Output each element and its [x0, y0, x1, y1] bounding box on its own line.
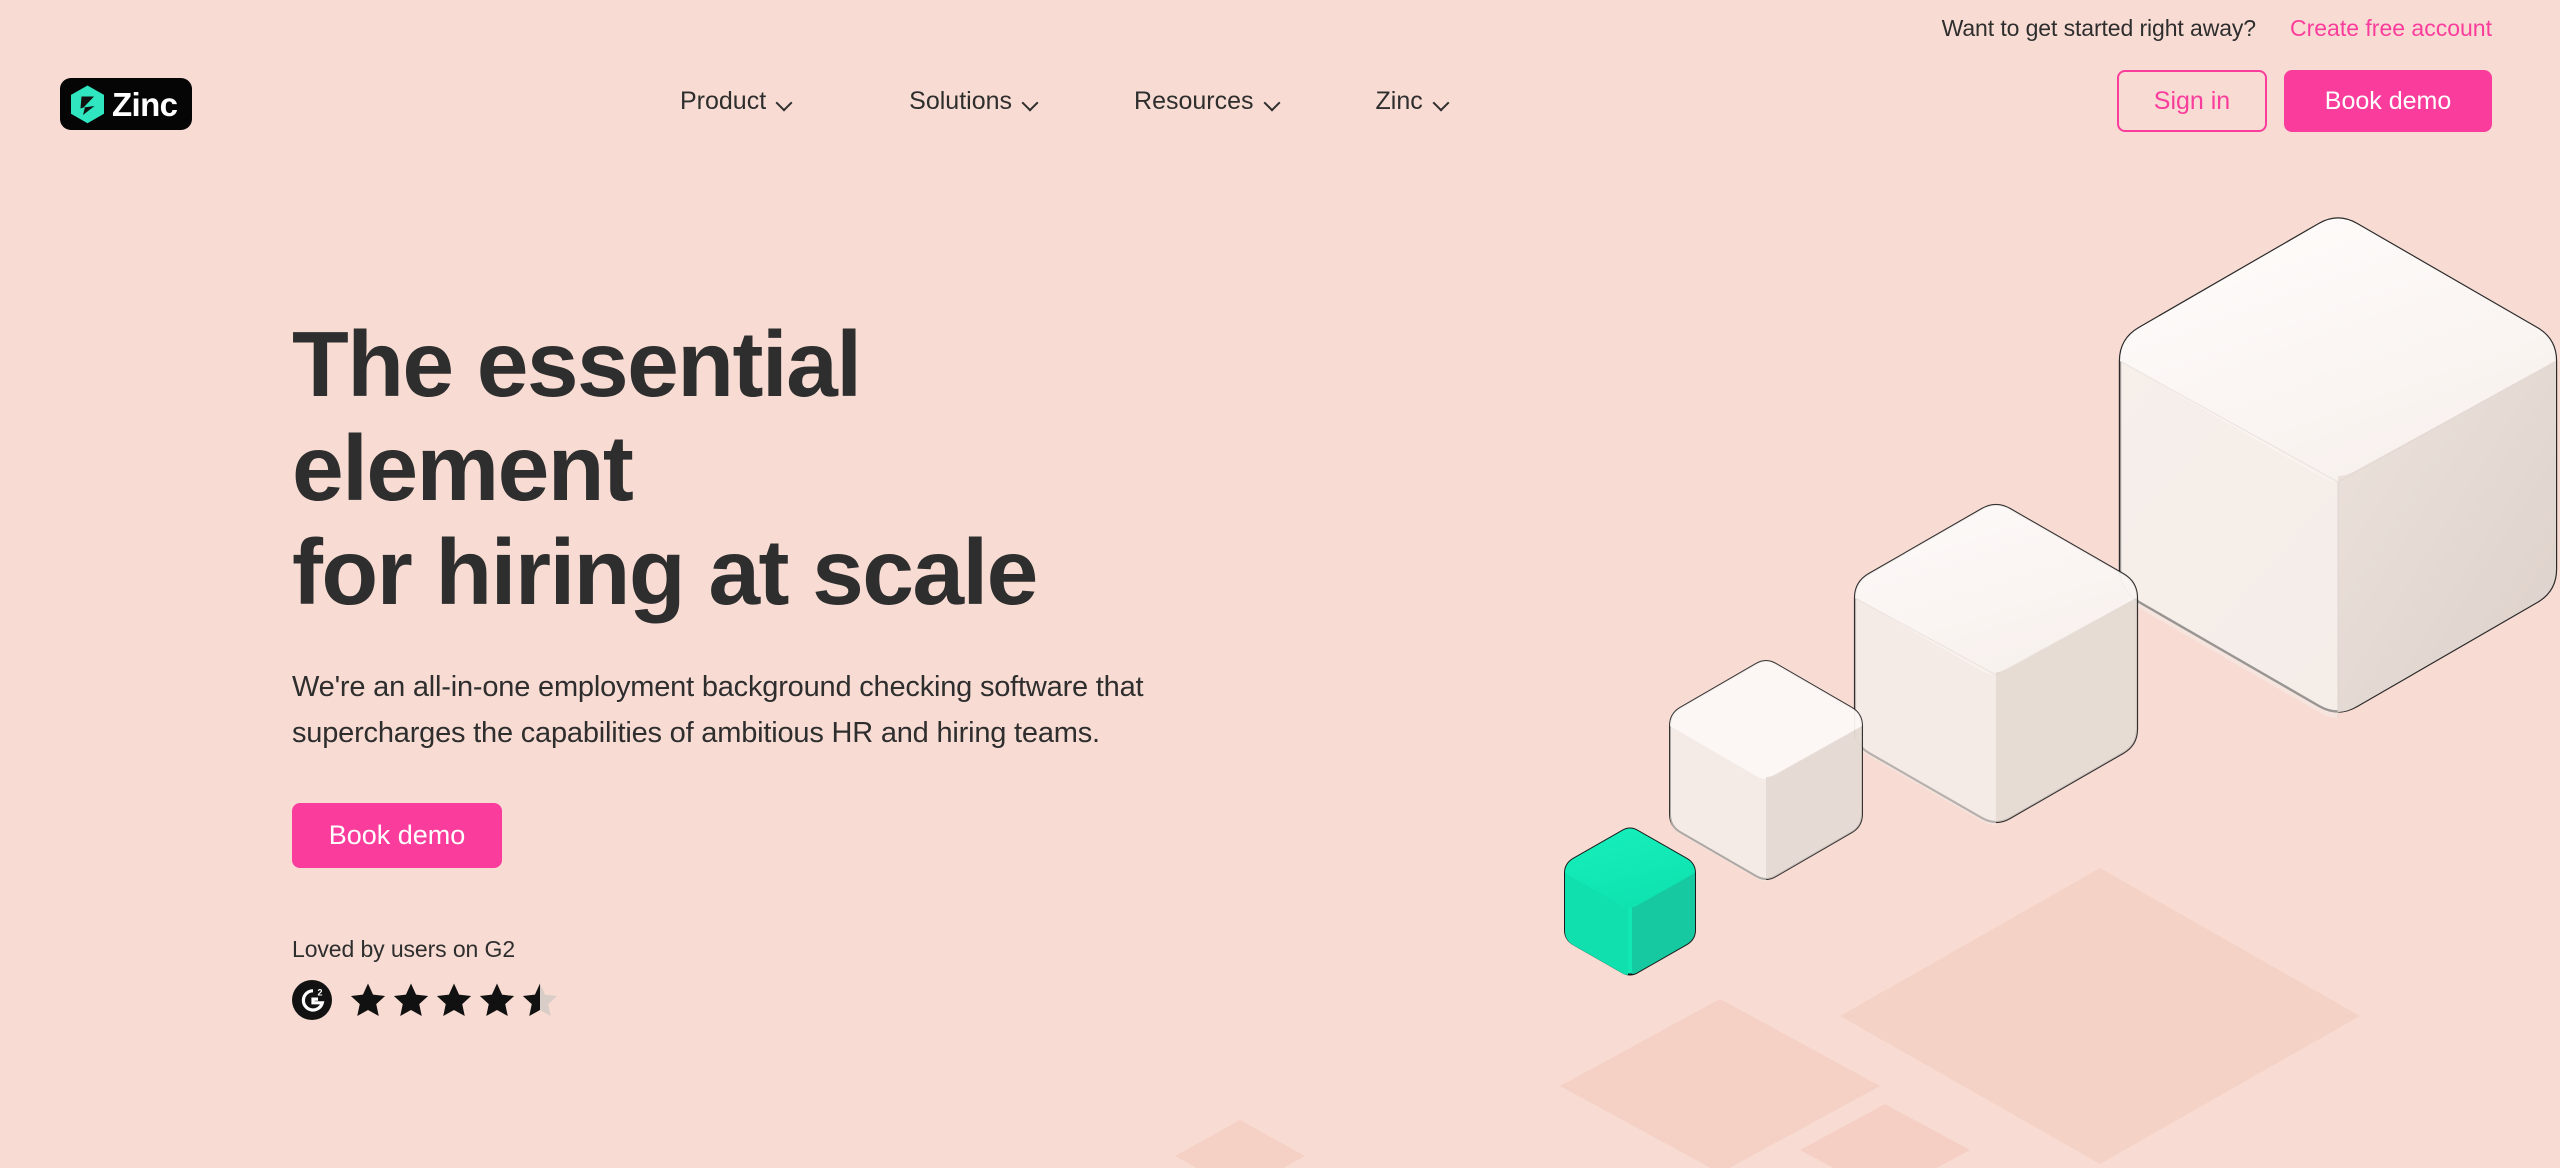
- zinc-logo-wordmark: Zinc: [112, 85, 178, 123]
- chevron-down-icon: [1023, 97, 1038, 106]
- utility-bar: Want to get started right away? Create f…: [0, 0, 2560, 56]
- isometric-cubes-illustration: [1140, 146, 2560, 1168]
- nav-item-resources[interactable]: Resources: [1134, 79, 1280, 124]
- social-proof: Loved by users on G2 2: [292, 936, 1292, 1020]
- star-icon: [392, 981, 430, 1019]
- chevron-down-icon: [1265, 97, 1280, 106]
- nav-item-zinc[interactable]: Zinc: [1376, 79, 1449, 124]
- headline-line-2: element: [292, 416, 634, 521]
- hero-subhead: We're an all-in-one employment backgroun…: [292, 671, 1144, 749]
- nav-item-product-label: Product: [680, 86, 767, 115]
- nav-item-solutions-label: Solutions: [909, 86, 1013, 115]
- cube-medium: [1853, 503, 2139, 825]
- nav-item-solutions[interactable]: Solutions: [909, 79, 1038, 124]
- cube-accent: [1564, 827, 1696, 976]
- book-demo-button-hero[interactable]: Book demo: [292, 802, 502, 868]
- svg-text:2: 2: [318, 987, 323, 997]
- site-header: Zinc Product Solutions Resources Zinc Si…: [0, 56, 2560, 146]
- header-actions: Sign in Book demo: [2117, 56, 2492, 146]
- nav-item-product[interactable]: Product: [680, 79, 792, 124]
- cube-shadows: [1175, 868, 2360, 1168]
- nav-item-zinc-label: Zinc: [1375, 86, 1423, 115]
- nav-item-resources-label: Resources: [1134, 86, 1254, 115]
- star-rating: [349, 981, 559, 1019]
- book-demo-button-header[interactable]: Book demo: [2284, 70, 2492, 132]
- star-icon: [478, 981, 516, 1019]
- hero-section: The essential element for hiring at scal…: [0, 146, 2560, 1168]
- cube-large: [2118, 217, 2558, 718]
- hero-copy: The essential element for hiring at scal…: [292, 312, 1292, 1020]
- zinc-logo[interactable]: Zinc: [60, 78, 192, 130]
- sign-in-button[interactable]: Sign in: [2117, 70, 2267, 132]
- create-free-account-link[interactable]: Create free account: [2290, 15, 2492, 42]
- chevron-down-icon: [1434, 97, 1449, 106]
- g2-rating: 2: [292, 979, 1292, 1020]
- headline-line-1: The essential: [292, 312, 862, 416]
- star-icon: [435, 981, 473, 1019]
- cube-small: [1669, 660, 1863, 881]
- chevron-down-icon: [777, 97, 792, 106]
- star-icon: [349, 981, 387, 1019]
- star-half-icon: [521, 981, 559, 1019]
- headline-line-3: for hiring at scale: [292, 520, 1038, 625]
- utility-prompt-text: Want to get started right away?: [1941, 14, 2256, 41]
- page-title: The essential element for hiring at scal…: [292, 312, 1292, 624]
- social-proof-label: Loved by users on G2: [292, 935, 516, 962]
- zinc-hexagon-logo-icon: [70, 85, 105, 124]
- g2-logo-icon: 2: [292, 979, 332, 1020]
- main-nav: Product Solutions Resources Zinc: [680, 56, 1449, 146]
